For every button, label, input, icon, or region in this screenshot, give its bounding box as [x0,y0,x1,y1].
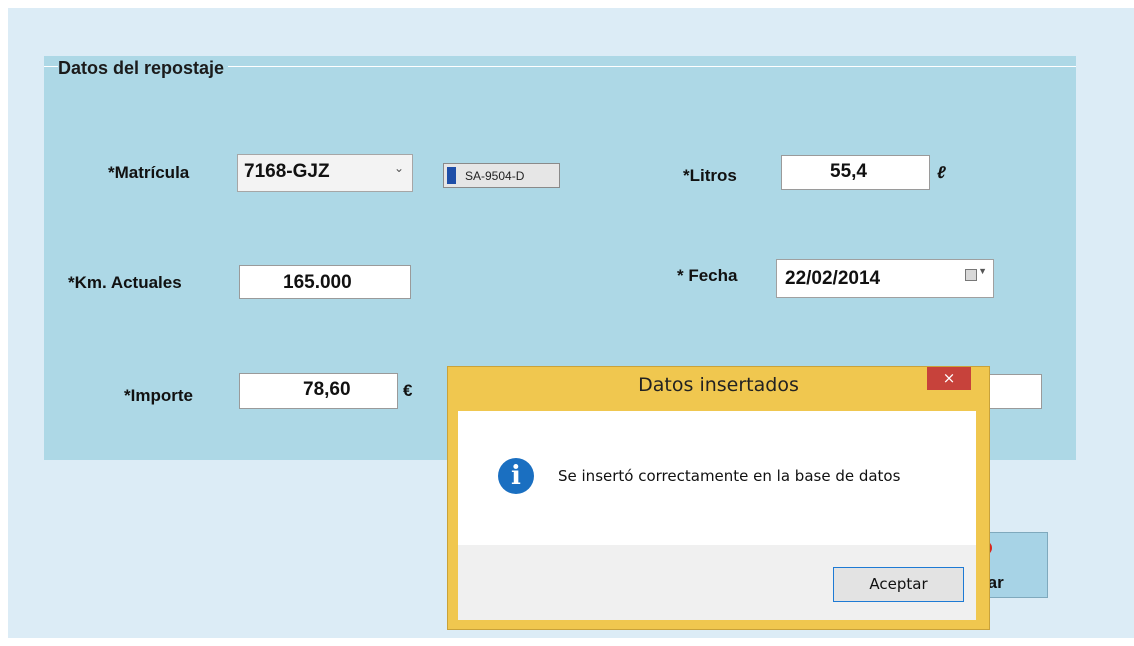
license-plate-text: SA-9504-D [465,169,525,183]
dialog-message: Se insertó correctamente en la base de d… [558,467,901,485]
km-input[interactable]: 165.000 [239,265,411,299]
litros-label: *Litros [683,166,737,185]
dropdown-arrow-icon[interactable]: ▼ [978,266,987,276]
matricula-value: 7168-GJZ [244,161,330,182]
matricula-label: *Matrícula [108,163,190,182]
importe-value: 78,60 [303,379,351,400]
close-button[interactable]: × [927,367,971,390]
calendar-icon[interactable] [965,269,977,281]
dialog-title: Datos insertados [638,374,799,396]
ok-button[interactable]: Aceptar [833,567,964,602]
fecha-datepicker[interactable]: 22/02/2014 ▼ [776,259,994,298]
litros-value: 55,4 [830,161,867,182]
euro-unit: € [403,381,413,400]
importe-label: *Importe [124,386,193,405]
fecha-label: * Fecha [677,266,738,285]
importe-input[interactable]: 78,60 [239,373,398,409]
matricula-combobox[interactable]: 7168-GJZ ⌄ [237,154,413,192]
liter-unit: ℓ [937,163,946,182]
eu-flag-icon [447,167,456,184]
km-label: *Km. Actuales [68,273,182,292]
license-plate-badge: SA-9504-D [443,163,560,188]
message-dialog: Datos insertados × i Se insertó correcta… [447,366,990,630]
group-title: Datos del repostaje [58,58,229,79]
litros-input[interactable]: 55,4 [781,155,930,190]
dialog-body: i Se insertó correctamente en la base de… [458,411,976,620]
chevron-down-icon[interactable]: ⌄ [394,161,404,175]
info-icon: i [498,458,534,494]
fecha-value: 22/02/2014 [785,268,881,289]
km-value: 165.000 [283,272,352,293]
dialog-footer: Aceptar [458,545,976,620]
